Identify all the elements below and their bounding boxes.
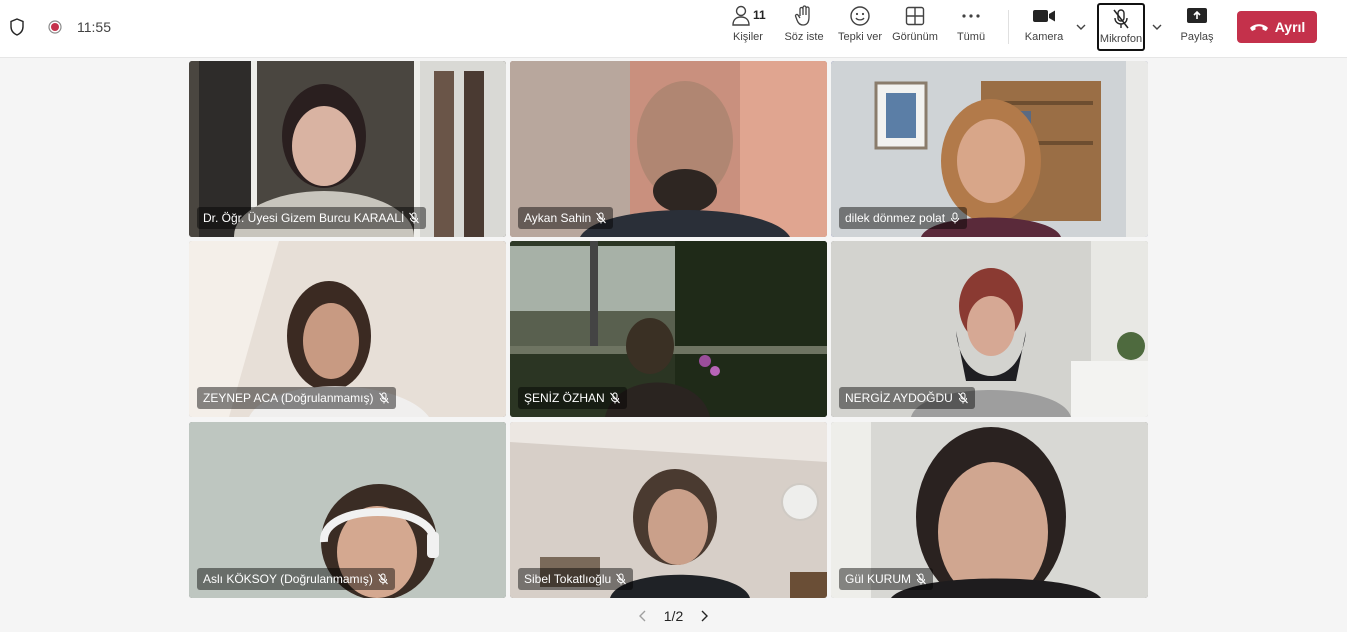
mic-off-icon — [616, 573, 627, 585]
view-button[interactable]: Görünüm — [892, 3, 938, 51]
more-label: Tümü — [956, 31, 986, 43]
mic-off-icon — [409, 212, 420, 224]
toolbar-divider — [1008, 10, 1009, 44]
camera-button[interactable]: Kamera — [1024, 3, 1064, 51]
video-tile[interactable]: Gül KURUM — [831, 422, 1148, 598]
participant-name: Aykan Sahin — [524, 211, 592, 225]
meeting-toolbar: 11:55 11 Kişiler Söz iste Tepki ver Görü… — [0, 0, 1347, 58]
video-tile[interactable]: NERGİZ AYDOĞDU — [831, 241, 1148, 417]
raise-hand-label: Söz iste — [784, 31, 824, 43]
grid-icon — [905, 6, 925, 26]
meeting-timer: 11:55 — [77, 19, 111, 35]
chevron-down-icon[interactable] — [1074, 20, 1088, 34]
video-tile[interactable]: Aslı KÖKSOY (Doğrulanmamış) — [189, 422, 506, 598]
people-count: 11 — [753, 8, 766, 22]
share-icon — [1187, 8, 1207, 23]
more-icon — [962, 14, 980, 18]
react-button[interactable]: Tepki ver — [838, 3, 882, 51]
participant-name: Dr. Öğr. Üyesi Gizem Burcu KARAALİ — [203, 211, 405, 225]
mic-off-icon — [596, 212, 607, 224]
mic-button[interactable]: Mikrofon — [1097, 3, 1145, 51]
leave-button[interactable]: Ayrıl — [1237, 11, 1317, 43]
participant-name-tag: ZEYNEP ACA (Doğrulanmamış) — [197, 387, 396, 409]
mic-off-icon — [1113, 9, 1129, 29]
participant-name-tag: Aslı KÖKSOY (Doğrulanmamış) — [197, 568, 395, 590]
emoji-icon — [850, 6, 870, 26]
share-button[interactable]: Paylaş — [1180, 3, 1214, 51]
video-tile[interactable]: Dr. Öğr. Üyesi Gizem Burcu KARAALİ — [189, 61, 506, 237]
participant-name: Gül KURUM — [845, 572, 912, 586]
participant-name-tag: ŞENİZ ÖZHAN — [518, 387, 627, 409]
chevron-right-icon[interactable] — [697, 609, 711, 623]
camera-label: Kamera — [1024, 31, 1064, 43]
participant-name: ZEYNEP ACA (Doğrulanmamış) — [203, 391, 374, 405]
page-indicator: 1/2 — [663, 608, 684, 624]
mic-off-icon — [378, 392, 389, 404]
video-tile[interactable]: ŞENİZ ÖZHAN — [510, 241, 827, 417]
react-label: Tepki ver — [837, 31, 883, 43]
raise-hand-button[interactable]: Söz iste — [784, 3, 824, 51]
record-icon — [48, 20, 62, 34]
participant-name: Aslı KÖKSOY (Doğrulanmamış) — [203, 572, 373, 586]
video-tile-speaking[interactable]: dilek dönmez polat — [831, 61, 1148, 237]
participant-name-tag: Gül KURUM — [839, 568, 934, 590]
hand-icon — [794, 5, 810, 26]
participant-name-tag: NERGİZ AYDOĞDU — [839, 387, 975, 409]
people-button[interactable]: 11 Kişiler — [731, 3, 766, 51]
participant-name: Sibel Tokatlıoğlu — [524, 572, 612, 586]
participant-name: dilek dönmez polat — [845, 211, 946, 225]
participant-name-tag: Aykan Sahin — [518, 207, 614, 229]
people-label: Kişiler — [733, 31, 763, 43]
mic-off-icon — [916, 573, 926, 585]
participant-name: ŞENİZ ÖZHAN — [524, 391, 605, 405]
mic-off-icon — [609, 392, 620, 404]
shield-icon[interactable] — [9, 18, 25, 36]
leave-label: Ayrıl — [1274, 19, 1306, 35]
mic-label: Mikrofon — [1099, 33, 1143, 45]
mic-off-icon — [377, 573, 388, 585]
mic-icon — [951, 212, 960, 224]
camera-icon — [1033, 10, 1055, 22]
more-button[interactable]: Tümü — [956, 3, 986, 51]
participant-name-tag: dilek dönmez polat — [839, 207, 968, 229]
view-label: Görünüm — [892, 31, 938, 43]
chevron-left-icon[interactable] — [636, 609, 650, 623]
phone-icon — [1249, 24, 1268, 31]
share-label: Paylaş — [1180, 31, 1214, 43]
participant-name: NERGİZ AYDOĞDU — [845, 391, 953, 405]
gallery-pager: 1/2 — [0, 600, 1347, 632]
video-tile[interactable]: ZEYNEP ACA (Doğrulanmamış) — [189, 241, 506, 417]
video-grid: Dr. Öğr. Üyesi Gizem Burcu KARAALİ Aykan… — [189, 61, 1148, 598]
video-tile[interactable]: Sibel Tokatlıoğlu — [510, 422, 827, 598]
mic-off-icon — [957, 392, 968, 404]
participant-name-tag: Dr. Öğr. Üyesi Gizem Burcu KARAALİ — [197, 207, 427, 229]
people-icon — [732, 5, 750, 26]
video-tile[interactable]: Aykan Sahin — [510, 61, 827, 237]
participant-name-tag: Sibel Tokatlıoğlu — [518, 568, 634, 590]
chevron-down-icon[interactable] — [1150, 20, 1164, 34]
